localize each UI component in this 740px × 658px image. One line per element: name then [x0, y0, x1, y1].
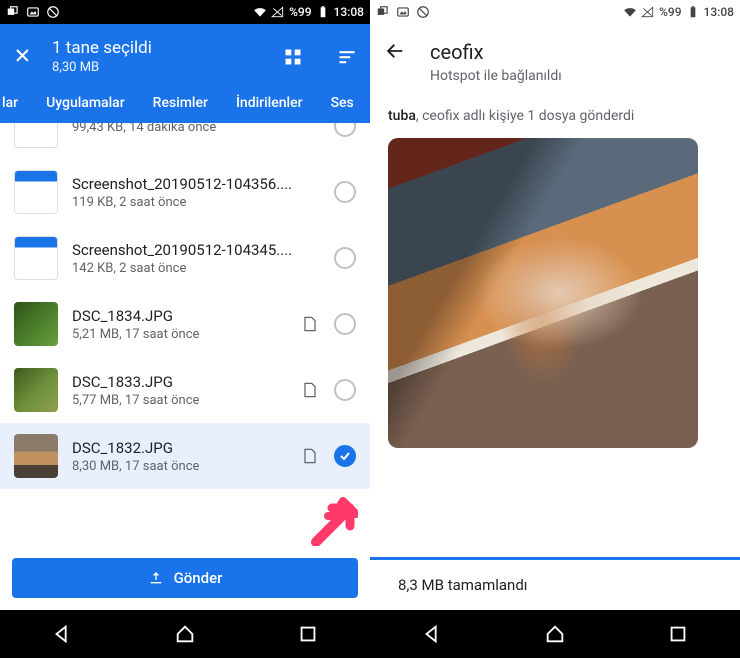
battery-pct: %99 — [659, 5, 681, 19]
wifi-icon — [623, 5, 637, 19]
peer-name: ceofix — [430, 40, 562, 64]
file-name: Screenshot_20190512-104356.... — [72, 175, 320, 193]
clock: 13:08 — [334, 5, 364, 19]
category-tabs: lar Uygulamalar Resimler İndirilenler Se… — [2, 85, 358, 123]
tab-item[interactable]: Ses — [331, 95, 354, 111]
tab-item[interactable]: İndirilenler — [236, 95, 303, 111]
transfer-header: ceofix Hotspot ile bağlanıldı — [370, 24, 740, 98]
file-meta: 5,77 MB, 17 saat önce — [72, 393, 286, 408]
nav-bar — [370, 610, 740, 658]
file-thumbnail — [14, 123, 58, 148]
back-icon[interactable] — [384, 40, 406, 66]
tab-item[interactable]: Resimler — [153, 95, 208, 111]
file-name: Screenshot_20190512-104345.... — [72, 241, 320, 259]
close-icon[interactable] — [12, 45, 32, 69]
nav-home-icon[interactable] — [541, 620, 569, 648]
file-meta: 5,21 MB, 17 saat önce — [72, 327, 286, 342]
nav-back-icon[interactable] — [418, 620, 446, 648]
no-network-icon — [46, 5, 60, 19]
connection-status: Hotspot ile bağlanıldı — [430, 68, 562, 84]
sd-card-icon — [300, 380, 320, 400]
file-checkbox[interactable] — [334, 247, 356, 269]
file-thumbnail — [14, 236, 58, 280]
file-checkbox[interactable] — [334, 181, 356, 203]
tab-item[interactable]: Uygulamalar — [46, 95, 125, 111]
message-text: , ceofix adlı kişiye 1 dosya gönderdi — [416, 108, 634, 124]
selection-size: 8,30 MB — [52, 60, 250, 75]
file-name: DSC_1834.JPG — [72, 307, 286, 325]
file-thumbnail — [14, 434, 58, 478]
send-bar: Gönder — [0, 548, 370, 610]
battery-pct: %99 — [289, 5, 311, 19]
file-row[interactable]: DSC_1834.JPG 5,21 MB, 17 saat önce — [0, 291, 370, 357]
upload-icon — [148, 570, 164, 586]
file-row[interactable]: Screenshot_20190512-104356.... 119 KB, 2… — [0, 159, 370, 225]
battery-icon — [316, 5, 330, 19]
file-meta: 99,43 KB, 14 dakika önce — [72, 123, 320, 135]
tab-item[interactable]: lar — [2, 95, 18, 111]
notif-icon — [6, 5, 20, 19]
file-thumbnail — [14, 170, 58, 214]
battery-icon — [686, 5, 700, 19]
left-screen: %99 13:08 1 tane seçildi 8,30 MB lar Uyg… — [0, 0, 370, 658]
file-checkbox[interactable] — [334, 379, 356, 401]
grid-view-icon[interactable] — [282, 46, 304, 68]
file-row[interactable]: DSC_1832.JPG 8,30 MB, 17 saat önce — [0, 423, 370, 489]
image-icon — [396, 5, 410, 19]
transferred-image[interactable] — [388, 138, 698, 448]
transfer-body: tuba, ceofix adlı kişiye 1 dosya gönderd… — [370, 98, 740, 557]
file-row[interactable]: DSC_1833.JPG 5,77 MB, 17 saat önce — [0, 357, 370, 423]
signal-icon — [271, 5, 285, 19]
notif-icon — [376, 5, 390, 19]
sender-name: tuba — [388, 108, 416, 124]
transfer-status: 8,3 MB tamamlandı — [370, 560, 740, 610]
file-list[interactable]: 99,43 KB, 14 dakika önce Screenshot_2019… — [0, 123, 370, 548]
nav-recent-icon[interactable] — [294, 620, 322, 648]
nav-home-icon[interactable] — [171, 620, 199, 648]
right-screen: %99 13:08 ceofix Hotspot ile bağlanıldı … — [370, 0, 740, 658]
image-icon — [26, 5, 40, 19]
send-label: Gönder — [174, 569, 223, 587]
no-network-icon — [416, 5, 430, 19]
file-meta: 142 KB, 2 saat önce — [72, 261, 320, 276]
sd-card-icon — [300, 314, 320, 334]
wifi-icon — [253, 5, 267, 19]
signal-icon — [641, 5, 655, 19]
status-bar: %99 13:08 — [0, 0, 370, 24]
file-row[interactable]: Screenshot_20190512-104345.... 142 KB, 2… — [0, 225, 370, 291]
file-checkbox[interactable] — [334, 445, 356, 467]
sd-card-icon — [300, 446, 320, 466]
nav-back-icon[interactable] — [48, 620, 76, 648]
sort-icon[interactable] — [336, 46, 358, 68]
status-bar: %99 13:08 — [370, 0, 740, 24]
file-name: DSC_1833.JPG — [72, 373, 286, 391]
nav-bar — [0, 610, 370, 658]
file-thumbnail — [14, 302, 58, 346]
send-button[interactable]: Gönder — [12, 558, 358, 598]
file-meta: 119 KB, 2 saat önce — [72, 195, 320, 210]
file-meta: 8,30 MB, 17 saat önce — [72, 459, 286, 474]
nav-recent-icon[interactable] — [664, 620, 692, 648]
file-name: DSC_1832.JPG — [72, 439, 286, 457]
file-row[interactable]: 99,43 KB, 14 dakika önce — [0, 123, 370, 159]
clock: 13:08 — [704, 5, 734, 19]
transfer-message: tuba, ceofix adlı kişiye 1 dosya gönderd… — [388, 108, 722, 124]
file-checkbox[interactable] — [334, 123, 356, 137]
selection-title: 1 tane seçildi — [52, 38, 250, 58]
file-thumbnail — [14, 368, 58, 412]
file-checkbox[interactable] — [334, 313, 356, 335]
selection-header: 1 tane seçildi 8,30 MB lar Uygulamalar R… — [0, 24, 370, 123]
